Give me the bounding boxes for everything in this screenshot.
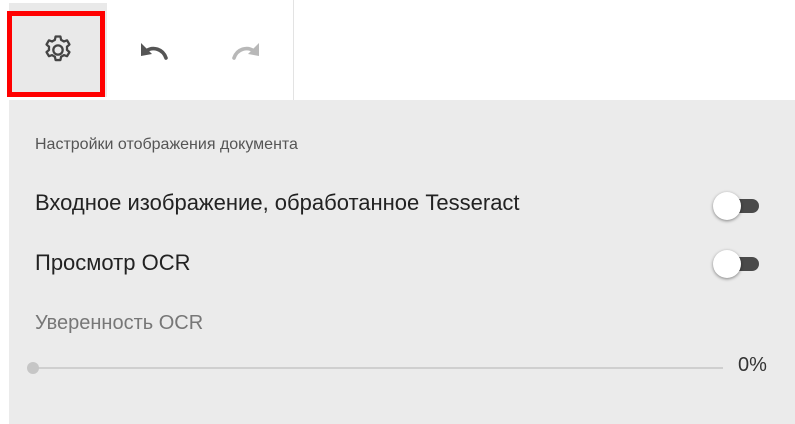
- settings-panel: Настройки отображения документа Входное …: [9, 100, 795, 424]
- undo-button[interactable]: [109, 3, 199, 97]
- toggle-knob: [713, 250, 741, 278]
- tesseract-image-label: Входное изображение, обработанное Tesser…: [35, 190, 520, 215]
- panel-title: Настройки отображения документа: [35, 136, 298, 153]
- ocr-preview-label: Просмотр OCR: [35, 250, 191, 275]
- toolbar-button-group: [9, 0, 294, 100]
- gear-icon: [45, 35, 71, 62]
- slider-rail: [33, 367, 723, 369]
- redo-button[interactable]: [199, 3, 293, 97]
- tesseract-image-toggle[interactable]: [713, 192, 761, 220]
- toggle-knob: [713, 192, 741, 220]
- ocr-confidence-slider[interactable]: [27, 358, 723, 378]
- ocr-confidence-value: 0%: [738, 354, 767, 376]
- ocr-preview-toggle[interactable]: [713, 250, 761, 278]
- undo-icon: [141, 43, 168, 60]
- settings-button[interactable]: [9, 3, 107, 97]
- slider-thumb[interactable]: [27, 362, 39, 374]
- ocr-confidence-label: Уверенность OCR: [35, 312, 204, 334]
- toolbar: [0, 0, 795, 100]
- document-display-settings: Настройки отображения документа Входное …: [0, 0, 795, 424]
- redo-icon: [232, 43, 259, 60]
